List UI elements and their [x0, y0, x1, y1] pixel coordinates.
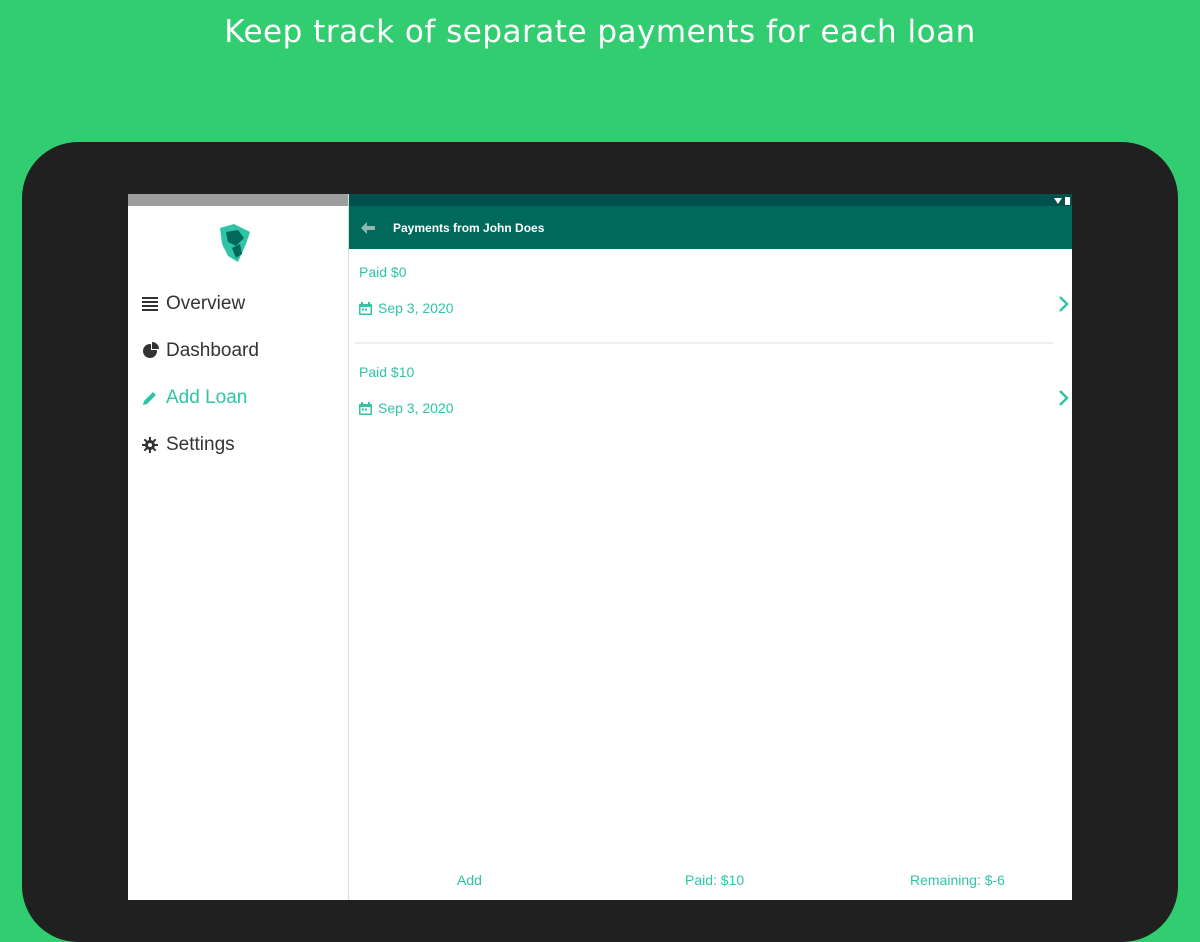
tablet-screen: Overview Dashboard Add Loan Settings Pay…: [128, 194, 1072, 900]
app-logo-icon: [220, 224, 250, 262]
page-title: Payments from John Does: [393, 220, 545, 235]
payment-amount: Paid $0: [359, 264, 407, 280]
battery-icon: [1065, 196, 1070, 205]
pie-chart-icon: [142, 341, 164, 361]
payment-date: Sep 3, 2020: [359, 300, 454, 316]
wifi-icon: [1054, 198, 1062, 204]
nav-item-dashboard[interactable]: Dashboard: [142, 327, 259, 374]
chevron-right-icon[interactable]: [1058, 390, 1070, 406]
divider: [355, 342, 1053, 344]
navigation-drawer: Overview Dashboard Add Loan Settings: [128, 194, 349, 900]
status-bar: [349, 194, 1072, 206]
payment-date-text: Sep 3, 2020: [378, 400, 454, 416]
payment-date-text: Sep 3, 2020: [378, 300, 454, 316]
paid-total: Paid: $10: [685, 872, 745, 888]
remaining-total: Remaining: $-6: [910, 872, 1005, 888]
gear-icon: [142, 435, 164, 455]
app-toolbar: Payments from John Does: [349, 206, 1072, 249]
calendar-icon: [359, 401, 372, 415]
payment-date: Sep 3, 2020: [359, 400, 454, 416]
back-arrow-icon[interactable]: [361, 219, 379, 237]
pencil-icon: [142, 388, 164, 408]
payments-panel: Payments from John Does Paid $0 Sep 3, 2…: [349, 194, 1072, 900]
payment-row[interactable]: Paid $0 Sep 3, 2020: [349, 254, 1072, 348]
nav-item-dashboard-label: Dashboard: [166, 339, 259, 361]
nav-item-add-loan-label: Add Loan: [166, 386, 248, 408]
nav-item-add-loan[interactable]: Add Loan: [142, 374, 259, 421]
nav-item-settings-label: Settings: [166, 433, 235, 455]
nav-item-settings[interactable]: Settings: [142, 421, 259, 468]
payment-amount: Paid $10: [359, 364, 415, 380]
drawer-nav: Overview Dashboard Add Loan Settings: [142, 280, 259, 468]
promo-headline: Keep track of separate payments for each…: [224, 14, 976, 50]
payment-row[interactable]: Paid $10 Sep 3, 2020: [349, 354, 1072, 448]
nav-item-overview-label: Overview: [166, 292, 246, 314]
list-icon: [142, 294, 164, 314]
bottom-summary-bar: Add Paid: $10 Remaining: $-6: [349, 862, 1072, 900]
chevron-right-icon[interactable]: [1058, 296, 1070, 312]
drawer-status-bar: [128, 194, 348, 206]
add-payment-button[interactable]: Add: [457, 872, 482, 888]
nav-item-overview[interactable]: Overview: [142, 280, 259, 327]
calendar-icon: [359, 301, 372, 315]
